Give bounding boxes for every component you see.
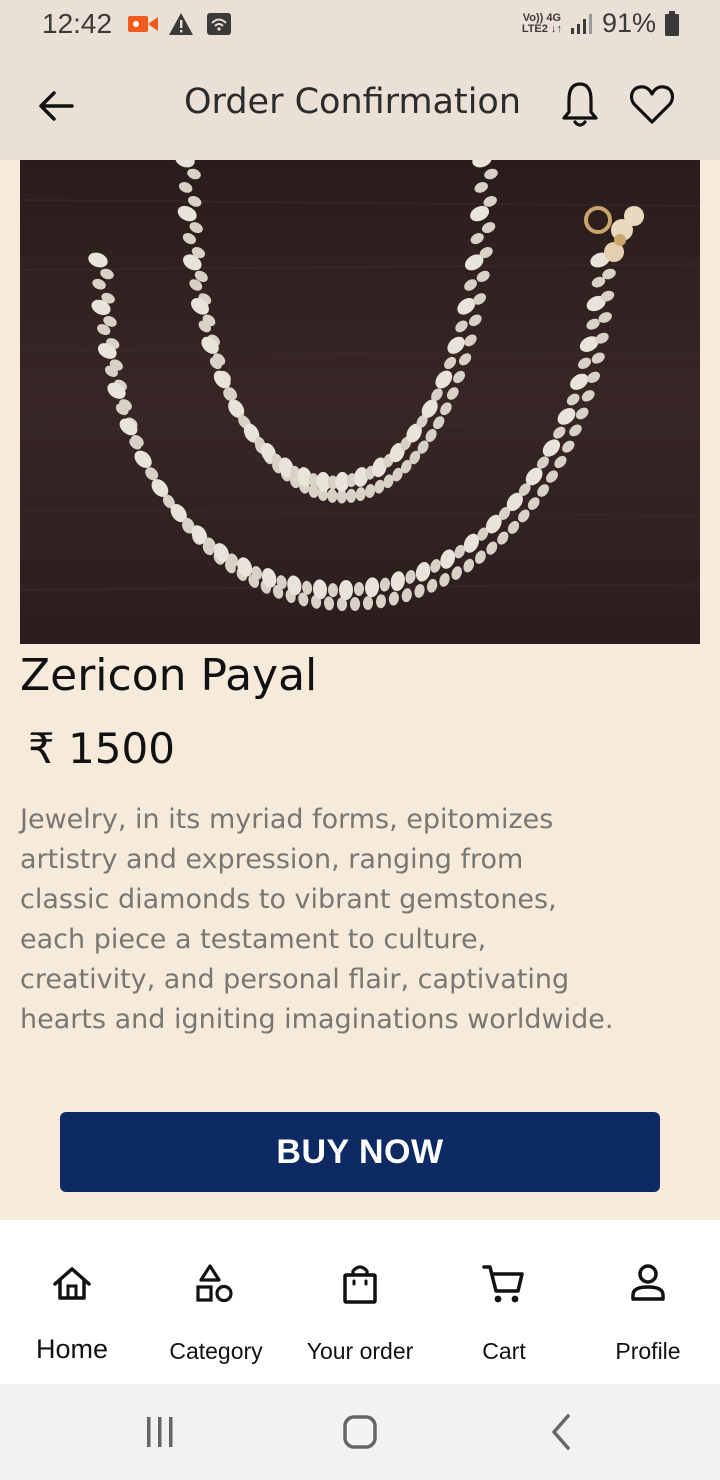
status-bar: 12:42 Vo)) 4G LTE2 ↓↑ 91%: [0, 0, 720, 52]
wifi-box-icon: [207, 13, 231, 35]
product-price: ₹ 1500: [28, 724, 175, 773]
nav-item-profile[interactable]: Profile: [576, 1220, 720, 1384]
network-top: Vo)) 4G: [522, 11, 562, 24]
warning-icon: [169, 13, 193, 35]
battery-percent: 91%: [601, 8, 656, 38]
network-label: Vo)) 4G LTE2 ↓↑: [521, 11, 562, 35]
nav-label-home: Home: [35, 1334, 109, 1364]
bell-icon[interactable]: [558, 80, 602, 130]
nav-item-your-order[interactable]: Your order: [288, 1220, 432, 1384]
cart-icon: [482, 1265, 524, 1303]
anklet-illustration: [20, 160, 700, 644]
bag-icon: [343, 1265, 377, 1304]
app-bar: Order Confirmation: [0, 52, 720, 160]
back-arrow-icon[interactable]: [32, 82, 80, 130]
home-icon: [53, 1267, 91, 1300]
nav-label-your-order: Your order: [306, 1338, 414, 1364]
nav-label-profile: Profile: [615, 1338, 681, 1364]
profile-icon: [631, 1264, 665, 1301]
nav-item-category[interactable]: Category: [144, 1220, 288, 1384]
back-system-icon[interactable]: [538, 1408, 586, 1456]
system-nav-bar: [0, 1384, 720, 1480]
status-time: 12:42: [42, 8, 113, 39]
product-image: [20, 160, 700, 644]
buy-now-button[interactable]: BUY NOW: [60, 1112, 660, 1192]
category-icon: [196, 1264, 233, 1303]
nav-item-cart[interactable]: Cart: [432, 1220, 576, 1384]
product-description: Jewelry, in its myriad forms, epitomizes…: [20, 804, 614, 1035]
video-call-icon: [128, 16, 158, 32]
nav-label-category: Category: [169, 1338, 263, 1364]
heart-icon[interactable]: [628, 82, 676, 126]
network-bottom: LTE2 ↓↑: [521, 22, 562, 35]
bottom-nav: Home Category Your order Cart Profile: [0, 1220, 720, 1384]
status-right-group: Vo)) 4G LTE2 ↓↑ 91%: [522, 8, 680, 39]
product-name: Zericon Payal: [20, 650, 318, 701]
nav-item-home[interactable]: Home: [0, 1220, 144, 1384]
home-system-icon[interactable]: [336, 1408, 384, 1456]
signal-icon: [570, 13, 592, 34]
battery-icon: [665, 10, 679, 36]
nav-label-cart: Cart: [482, 1338, 526, 1364]
recent-apps-icon[interactable]: [136, 1408, 184, 1456]
page-title: Order Confirmation: [184, 82, 522, 122]
